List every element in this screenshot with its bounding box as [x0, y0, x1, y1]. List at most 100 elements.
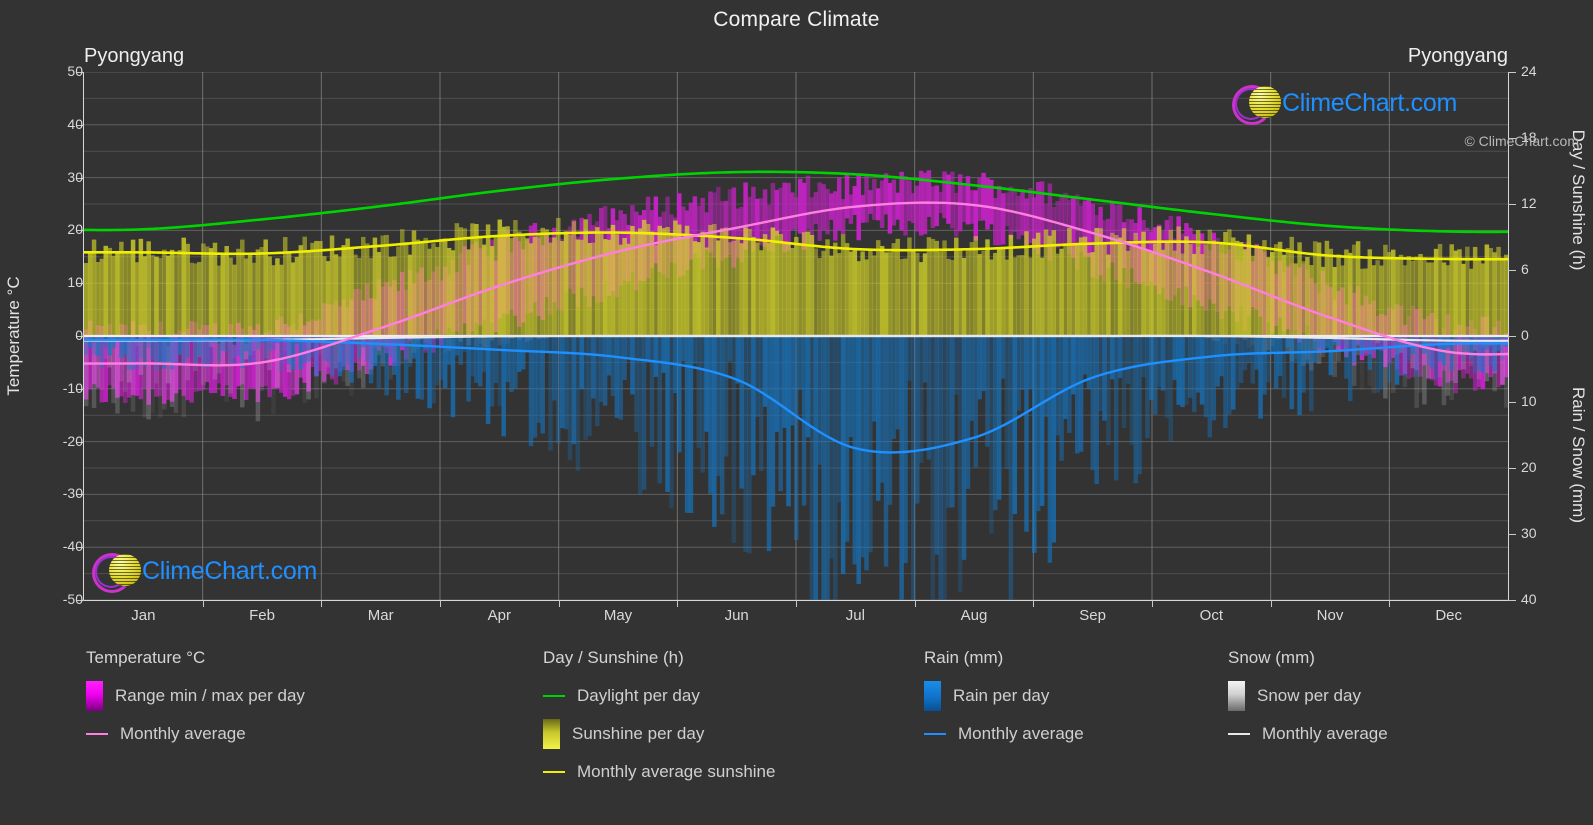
- watermark-text: ClimeChart.com: [142, 556, 317, 585]
- legend-swatch: [86, 733, 108, 735]
- y-axis-left-tick-label: 40: [67, 115, 83, 132]
- legend-group-rain-mm: Rain (mm) Rain per day Monthly average: [924, 648, 1084, 753]
- y-tick: [1508, 534, 1516, 535]
- watermark-text: ClimeChart.com: [1282, 88, 1457, 117]
- y-axis-left-tick-label: -40: [62, 538, 83, 555]
- x-axis-tick-label: Sep: [1079, 607, 1106, 624]
- legend-swatch: [543, 695, 565, 697]
- y-tick: [1508, 204, 1516, 205]
- legend-item[interactable]: Sunshine per day: [543, 715, 775, 753]
- legend-group-title: Temperature °C: [86, 648, 206, 667]
- y-axis-right-sunshine-tick-label: 12: [1521, 195, 1537, 211]
- legend-item-label: Monthly average: [1262, 724, 1388, 743]
- x-tick: [1152, 600, 1153, 607]
- plot-area: [84, 72, 1508, 600]
- x-tick: [440, 600, 441, 607]
- legend-swatch: [924, 733, 946, 735]
- x-axis-tick-label: Apr: [487, 607, 511, 624]
- x-axis-tick-label: Jan: [131, 607, 156, 624]
- legend-item[interactable]: Daylight per day: [543, 677, 775, 715]
- legend-item[interactable]: Monthly average: [1228, 715, 1388, 753]
- x-tick: [558, 600, 560, 607]
- watermark-logo-bottom: ClimeChart.com: [92, 551, 317, 593]
- x-axis-tick-label: May: [603, 607, 633, 624]
- legend-item-label: Daylight per day: [577, 686, 700, 705]
- legend-gradient-swatch: [924, 681, 941, 711]
- legend-group-temperature-c: Temperature °C Range min / max per day Mon…: [86, 648, 305, 753]
- y-axis-right-sunshine-tick-label: 0: [1521, 327, 1529, 343]
- y-axis-left-tick-label: -10: [62, 379, 83, 396]
- legend-item[interactable]: Monthly average: [86, 715, 305, 753]
- x-axis-tick-label: Aug: [960, 607, 988, 624]
- x-tick: [914, 600, 916, 607]
- x-tick: [202, 600, 204, 607]
- legend-group-title: Rain (mm): [924, 648, 1004, 667]
- x-axis-tick-label: Nov: [1316, 607, 1344, 624]
- climechart-logo-icon: [92, 551, 141, 593]
- y-tick: [1508, 270, 1516, 271]
- y-axis-right-rain-tick-label: 10: [1521, 393, 1537, 409]
- x-tick: [1270, 600, 1272, 607]
- y-axis-right-sunshine-tick-label: 6: [1521, 261, 1529, 277]
- x-axis-tick-label: Jul: [845, 607, 865, 624]
- y-axis-right-sunshine-tick-label: 24: [1521, 63, 1537, 79]
- y-axis-left-tick-label: -20: [62, 432, 83, 449]
- y-axis-left-tick-label: 20: [67, 221, 83, 238]
- legend-item[interactable]: Snow per day: [1228, 677, 1388, 715]
- y-tick: [1508, 72, 1516, 73]
- x-tick: [1389, 600, 1391, 607]
- legend-item[interactable]: Rain per day: [924, 677, 1084, 715]
- y-axis-right-rain-tick-label: 40: [1521, 591, 1537, 607]
- y-axis-left-tick-label: 30: [67, 168, 83, 185]
- legend-line-swatch: [1228, 733, 1250, 735]
- y-axis-right-rain-tick-label: 20: [1521, 459, 1537, 475]
- legend-line-swatch: [86, 733, 108, 735]
- legend-group-title: Day / Sunshine (h): [543, 648, 684, 667]
- legend-gradient-swatch: [86, 681, 103, 711]
- x-axis-tick-label: Dec: [1435, 607, 1462, 624]
- legend-item[interactable]: Range min / max per day: [86, 677, 305, 715]
- x-axis-tick-label: Feb: [249, 607, 275, 624]
- legend-item-label: Monthly average sunshine: [577, 762, 776, 781]
- y-axis-right-rain-tick-label: 30: [1521, 525, 1537, 541]
- legend-item-label: Rain per day: [953, 686, 1050, 705]
- legend-gradient-swatch: [1228, 681, 1245, 711]
- city-label-right: Pyongyang: [1407, 45, 1508, 67]
- chart-legend: Temperature °C Range min / max per day Mon…: [0, 648, 1593, 825]
- y-axis-right-title-sunshine: Day / Sunshine (h): [1569, 129, 1588, 271]
- watermark-logo-top: ClimeChart.com: [1232, 83, 1457, 125]
- y-axis-left-title: Temperature °C: [4, 276, 23, 396]
- y-tick: [1508, 600, 1516, 601]
- climate-chart-page: Compare Climate Pyongyang Pyongyang 50 40…: [0, 0, 1593, 825]
- y-tick: [1508, 402, 1516, 403]
- legend-line-swatch: [924, 733, 946, 735]
- legend-item[interactable]: Monthly average: [924, 715, 1084, 753]
- x-axis-tick-label: Jun: [724, 607, 749, 624]
- legend-group-day-sunshine-h: Day / Sunshine (h) Daylight per day Sunshi…: [543, 648, 775, 791]
- climechart-logo-icon: [1232, 83, 1281, 125]
- y-tick: [1508, 336, 1516, 337]
- legend-swatch: [1228, 733, 1250, 735]
- y-axis-right-title-rain: Rain / Snow (mm): [1569, 386, 1588, 524]
- copyright-text: © ClimeChart.com: [1464, 133, 1579, 149]
- legend-item-label: Monthly average: [120, 724, 246, 743]
- x-tick: [677, 600, 679, 607]
- y-axis-left-tick-label: -50: [62, 591, 83, 607]
- y-axis-left-tick-label: -30: [62, 485, 83, 502]
- y-tick: [1508, 468, 1516, 469]
- legend-line-swatch: [543, 771, 565, 773]
- legend-group-title: Snow (mm): [1228, 648, 1315, 667]
- city-label-left: Pyongyang: [84, 45, 185, 67]
- legend-item-label: Range min / max per day: [115, 686, 305, 705]
- y-axis-left-tick-label: 0: [75, 327, 83, 343]
- legend-line-swatch: [543, 695, 565, 697]
- plot-canvas: [84, 72, 1508, 600]
- y-axis-left-tick-label: 10: [67, 274, 83, 291]
- legend-item-label: Monthly average: [958, 724, 1084, 743]
- legend-item-label: Snow per day: [1257, 686, 1361, 705]
- x-tick: [321, 600, 323, 607]
- legend-group-snow-mm: Snow (mm) Snow per day Monthly average: [1228, 648, 1388, 753]
- x-axis-tick-label: Oct: [1199, 607, 1223, 624]
- y-axis-left-tick-label: 50: [67, 63, 83, 79]
- legend-item[interactable]: Monthly average sunshine: [543, 753, 775, 791]
